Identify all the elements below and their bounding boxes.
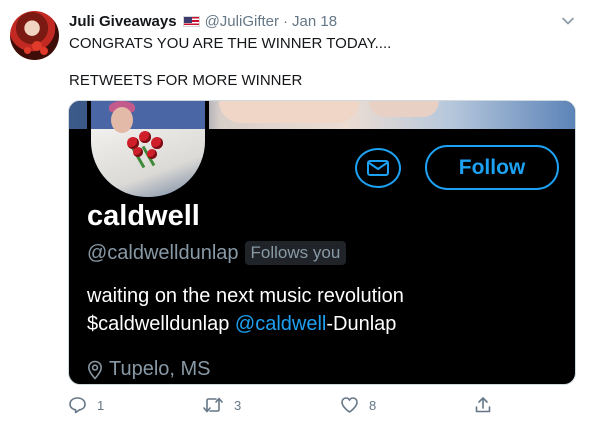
tweet-text-line2: RETWEETS FOR MORE WINNER — [69, 72, 303, 89]
tweet-media-image[interactable]: Follow caldwell @caldwelldunlap Follows … — [68, 100, 576, 385]
profile-location-row: Tupelo, MS — [87, 358, 211, 381]
separator-dot: · — [283, 12, 288, 30]
heart-icon — [341, 397, 358, 413]
reply-action[interactable]: 1 — [68, 396, 104, 414]
display-name[interactable]: Juli Giveaways — [69, 13, 177, 30]
retweet-action[interactable]: 3 — [202, 396, 241, 414]
user-handle[interactable]: @JuliGifter — [205, 13, 279, 30]
like-action[interactable]: 8 — [340, 396, 376, 414]
like-count: 8 — [369, 397, 377, 413]
profile-picture — [87, 101, 209, 201]
bio-cashtag-text: $caldwelldunlap — [87, 313, 235, 335]
tweet-text-line1: CONGRATS YOU ARE THE WINNER TODAY.... — [69, 35, 392, 52]
us-flag-icon — [182, 15, 200, 27]
reply-icon — [69, 397, 86, 414]
retweet-icon — [203, 397, 223, 413]
bio-suffix-text: -Dunlap — [326, 313, 397, 335]
tweet-date[interactable]: Jan 18 — [292, 13, 337, 30]
tweet: Juli Giveaways @JuliGifter · Jan 18 CONG… — [0, 0, 594, 422]
share-action[interactable] — [474, 396, 502, 414]
profile-name: caldwell — [87, 200, 200, 232]
chevron-down-icon[interactable] — [560, 13, 576, 29]
retweet-count: 3 — [234, 397, 242, 413]
profile-bio-line1: waiting on the next music revolution — [87, 285, 404, 307]
reply-count: 1 — [97, 397, 105, 413]
profile-handle: @caldwelldunlap — [87, 241, 239, 264]
envelope-icon — [367, 160, 389, 176]
message-button[interactable] — [355, 148, 401, 188]
location-pin-icon — [87, 360, 103, 380]
avatar[interactable] — [10, 11, 59, 60]
follows-you-badge: Follows you — [244, 241, 347, 265]
profile-handle-row: @caldwelldunlap Follows you — [87, 241, 347, 265]
follow-button[interactable]: Follow — [425, 145, 559, 190]
share-icon — [475, 397, 491, 413]
profile-bio-line2: $caldwelldunlap @caldwell-Dunlap — [87, 313, 396, 336]
bio-mention-link: @caldwell — [234, 313, 327, 335]
profile-location: Tupelo, MS — [109, 358, 211, 380]
tweet-header: Juli Giveaways @JuliGifter · Jan 18 — [69, 11, 337, 31]
tweet-actions: 1 3 8 — [68, 396, 498, 416]
